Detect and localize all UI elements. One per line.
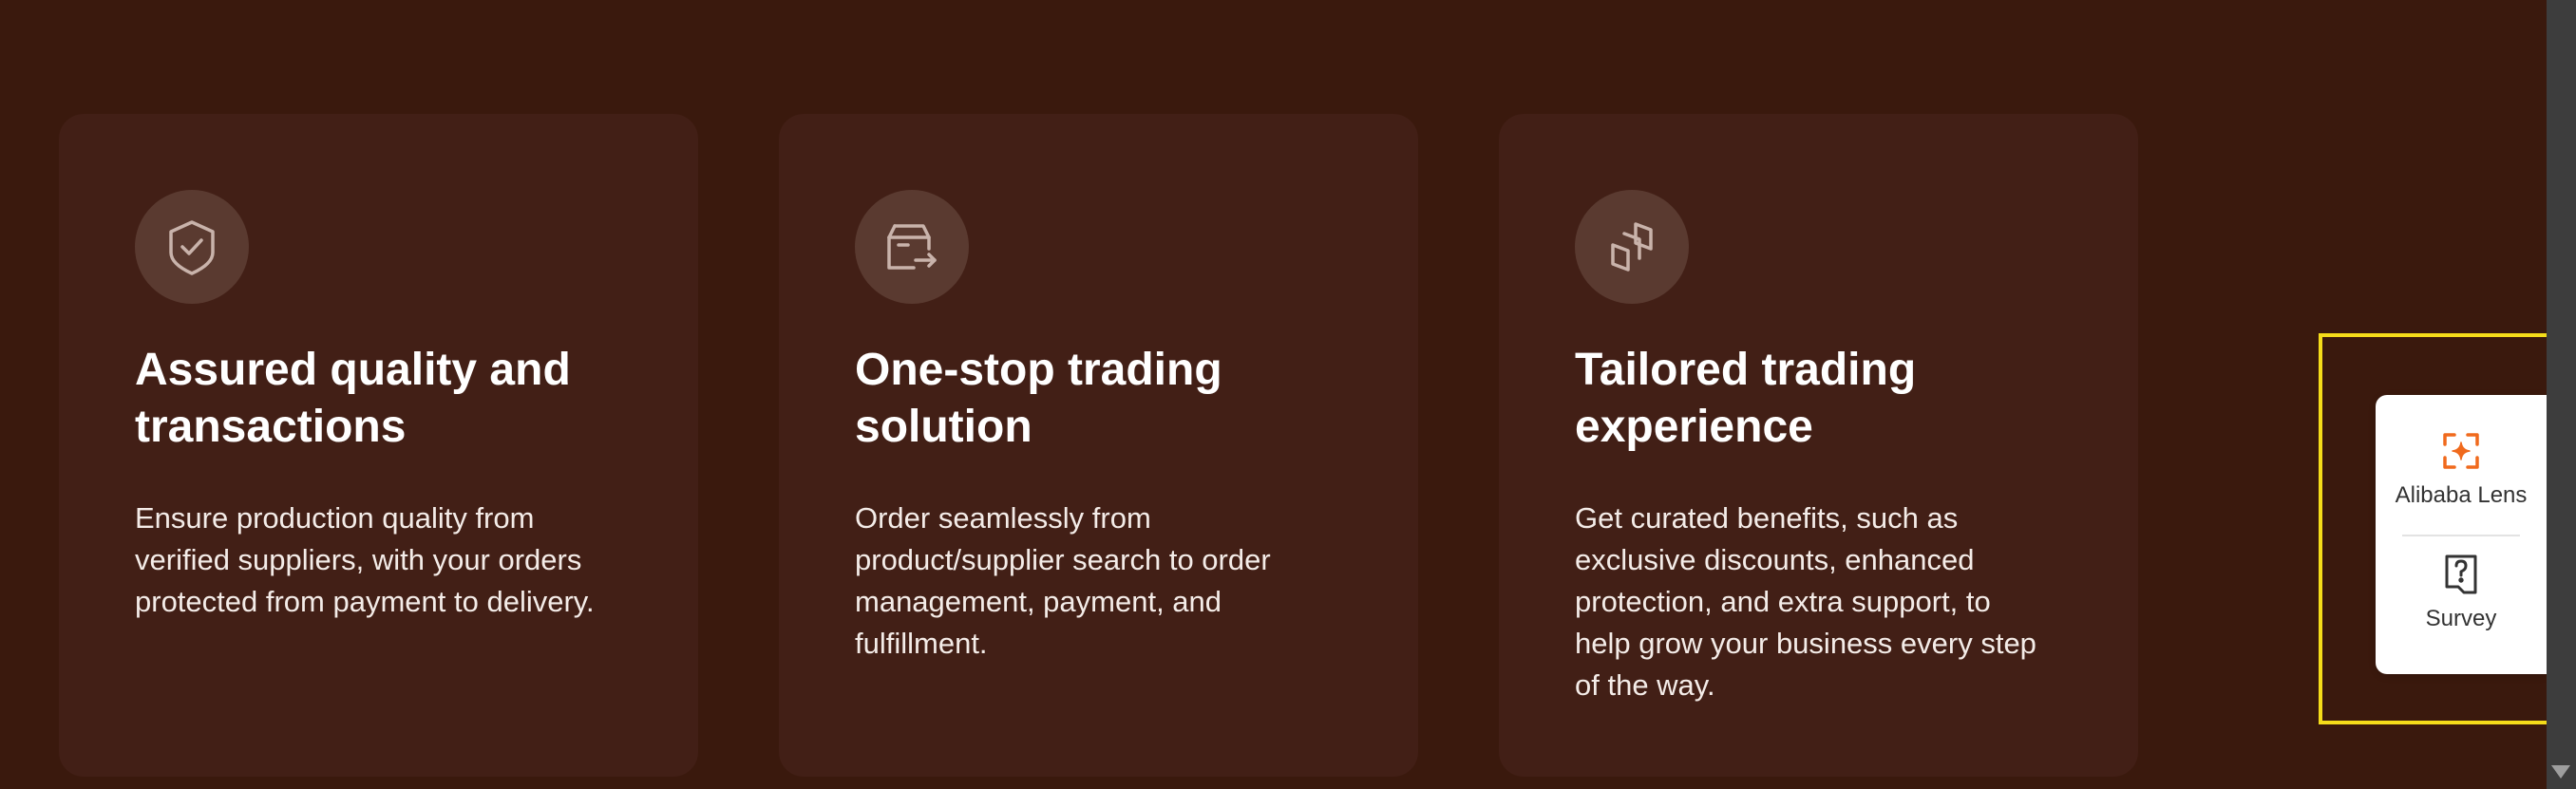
shield-check-icon (135, 190, 249, 304)
scroll-down-arrow-icon[interactable] (2551, 765, 2570, 779)
card-description: Order seamlessly from product/supplier s… (855, 501, 1271, 660)
alibaba-lens-label: Alibaba Lens (2395, 482, 2528, 508)
feature-card-tailored: Tailored trading experience Get curated … (1499, 114, 2138, 777)
floating-side-panel: Alibaba Lens Survey (2376, 395, 2547, 674)
card-description: Get curated benefits, such as exclusive … (1575, 501, 2036, 702)
feature-cards: Assured quality and transactions Ensure … (59, 114, 2138, 777)
tailored-layers-icon (1575, 190, 1689, 304)
feature-card-assured-quality: Assured quality and transactions Ensure … (59, 114, 698, 777)
alibaba-lens-button[interactable]: Alibaba Lens (2376, 429, 2547, 509)
panel-divider (2402, 535, 2520, 536)
feature-card-one-stop: One-stop trading solution Order seamless… (779, 114, 1418, 777)
card-title: Tailored trading experience (1575, 345, 1917, 452)
box-arrow-icon (855, 190, 969, 304)
card-description: Ensure production quality from verified … (135, 501, 595, 618)
scrollbar[interactable] (2547, 0, 2576, 789)
survey-question-icon (2445, 554, 2477, 594)
lens-scan-icon (2443, 433, 2479, 469)
card-title: Assured quality and transactions (135, 345, 571, 452)
page: Assured quality and transactions Ensure … (0, 0, 2576, 789)
survey-label: Survey (2425, 606, 2497, 631)
survey-button[interactable]: Survey (2376, 553, 2547, 632)
card-title: One-stop trading solution (855, 345, 1222, 452)
